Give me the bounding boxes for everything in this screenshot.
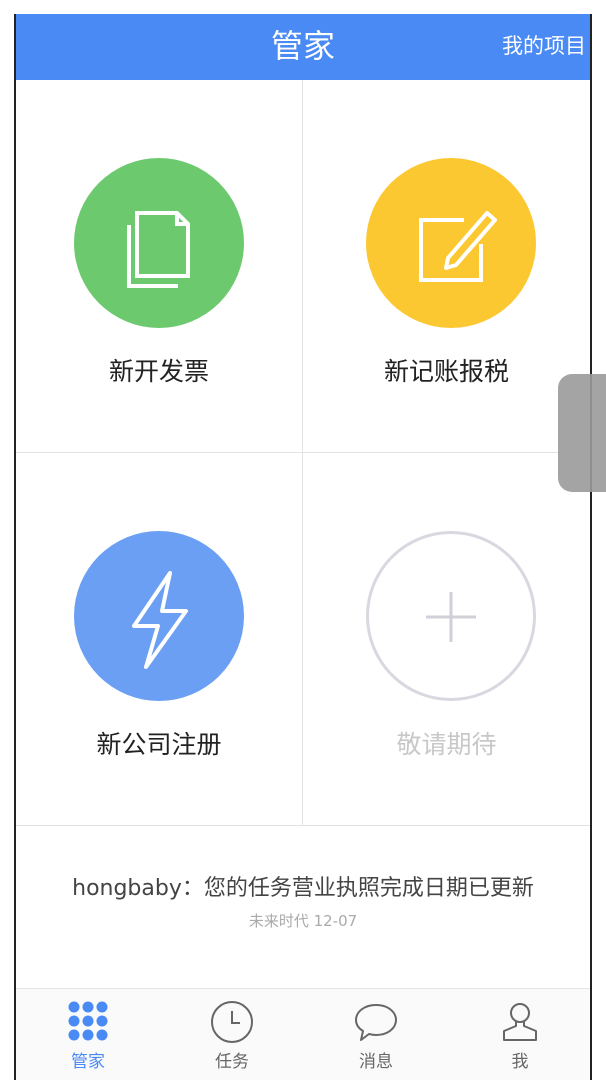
notification[interactable]: hongbaby：您的任务营业执照完成日期已更新 未来时代 12-07 <box>16 870 590 931</box>
lightning-icon <box>74 531 244 701</box>
grid-item-company-registration[interactable]: 新公司注册 <box>16 453 303 826</box>
tab-label: 管家 <box>71 1052 105 1072</box>
tab-tasks[interactable]: 任务 <box>160 989 304 1080</box>
grid-item-label: 新开发票 <box>108 357 209 386</box>
tab-label: 我 <box>511 1052 529 1072</box>
grid-item-coming-soon: 敬请期待 <box>303 453 590 826</box>
tab-label: 消息 <box>359 1052 393 1072</box>
my-projects-link[interactable]: 我的项目 <box>502 26 586 66</box>
notification-meta: 未来时代 12-07 <box>248 912 358 930</box>
grid-item-new-invoice[interactable]: 新开发票 <box>16 80 303 453</box>
header-bar: 管家 我的项目 <box>16 14 590 80</box>
side-drawer-handle[interactable] <box>558 374 606 492</box>
bottom-tab-bar: 管家 任务 消息 我 <box>16 988 590 1080</box>
plus-icon <box>366 531 536 701</box>
tab-butler[interactable]: 管家 <box>16 989 160 1080</box>
tab-me[interactable]: 我 <box>448 989 590 1080</box>
app-frame: 管家 我的项目 新开发票 新记账报税 新公司注册 敬请期待 hongbaby：您… <box>14 14 592 1080</box>
feature-grid: 新开发票 新记账报税 新公司注册 敬请期待 <box>16 80 590 826</box>
person-icon <box>497 999 543 1049</box>
grid-item-bookkeeping-tax[interactable]: 新记账报税 <box>303 80 590 453</box>
notification-message: hongbaby：您的任务营业执照完成日期已更新 <box>72 876 534 901</box>
tab-messages[interactable]: 消息 <box>304 989 448 1080</box>
grid-item-label: 新公司注册 <box>96 730 222 759</box>
grid-dots-icon <box>66 999 110 1047</box>
grid-item-label: 敬请期待 <box>396 730 497 759</box>
clock-icon <box>209 999 255 1049</box>
tab-label: 任务 <box>215 1052 249 1072</box>
documents-icon <box>74 158 244 328</box>
chat-bubble-icon <box>353 999 399 1049</box>
edit-pencil-icon <box>366 158 536 328</box>
grid-item-label: 新记账报税 <box>383 357 509 386</box>
